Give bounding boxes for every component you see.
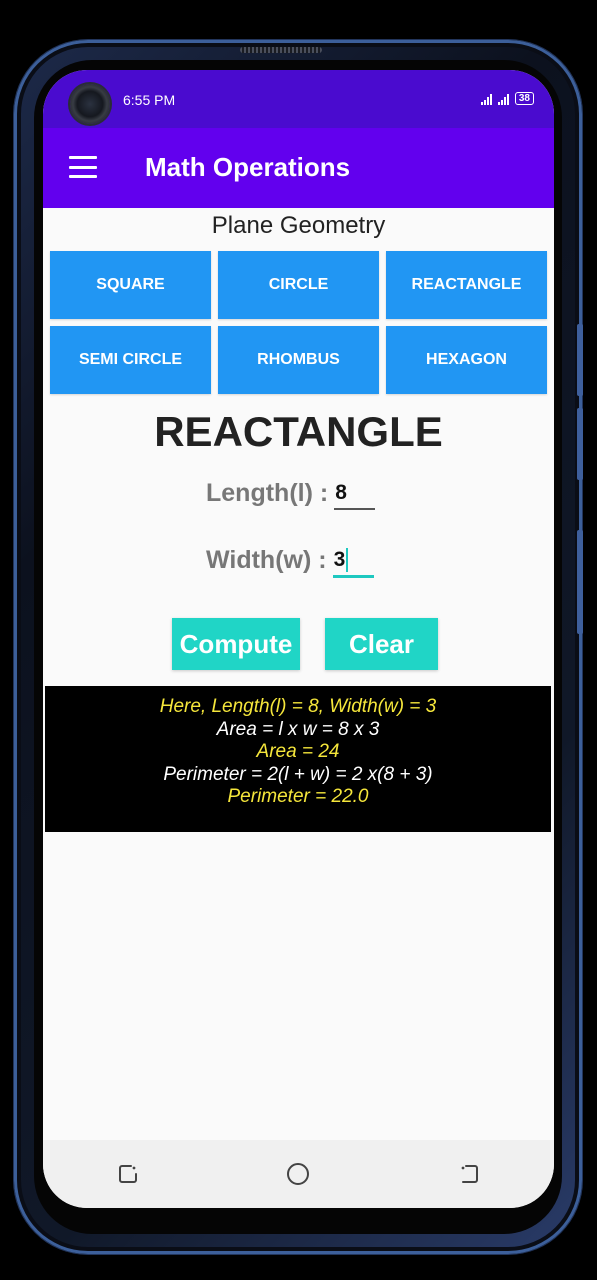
screen: 6:55 PM 38 Math Operations Plane Geometr… <box>43 70 554 1208</box>
battery-icon: 38 <box>514 92 534 105</box>
hamburger-menu-icon[interactable] <box>69 156 97 178</box>
speaker-grille <box>240 47 322 53</box>
result-line-given: Here, Length(l) = 8, Width(w) = 3 <box>159 696 437 717</box>
back-icon[interactable] <box>454 1159 484 1189</box>
status-time: 6:55 PM <box>123 92 176 108</box>
hexagon-button[interactable]: HEXAGON <box>386 326 547 394</box>
home-icon[interactable] <box>283 1159 313 1189</box>
app-bar: Math Operations <box>43 128 554 208</box>
semi-circle-button[interactable]: SEMI CIRCLE <box>50 326 211 394</box>
signal-icon <box>497 93 509 105</box>
section-title: Plane Geometry <box>211 212 386 239</box>
rhombus-button[interactable]: RHOMBUS <box>218 326 379 394</box>
recents-icon[interactable] <box>113 1159 143 1189</box>
text-cursor <box>346 548 349 572</box>
length-label: Length(l) : <box>206 479 329 507</box>
clear-button[interactable]: Clear <box>325 618 438 670</box>
result-line-perimeter-formula: Perimeter = 2(l + w) = 2 x(8 + 3) <box>163 763 433 785</box>
main-content: Plane Geometry SQUARE CIRCLE REACTANGLE … <box>43 208 554 1140</box>
volume-up-button <box>577 324 583 396</box>
status-icons: 38 <box>480 92 534 105</box>
result-line-area-formula: Area = l x w = 8 x 3 <box>216 718 380 740</box>
result-line-perimeter: Perimeter = 22.0 <box>227 786 369 807</box>
width-value: 3 <box>333 548 346 571</box>
circle-button[interactable]: CIRCLE <box>218 251 379 319</box>
length-value: 8 <box>335 481 347 504</box>
result-line-area: Area = 24 <box>256 741 340 762</box>
result-panel: Here, Length(l) = 8, Width(w) = 3 Area =… <box>45 686 551 832</box>
width-input[interactable]: 3 <box>332 545 374 578</box>
signal-icon <box>480 93 492 105</box>
power-button <box>577 530 583 634</box>
length-input[interactable]: 8 <box>334 478 376 510</box>
selected-shape-title: REACTANGLE <box>154 408 443 455</box>
system-nav-bar <box>43 1140 554 1208</box>
compute-button[interactable]: Compute <box>172 618 300 670</box>
shape-button-grid: SQUARE CIRCLE REACTANGLE SEMI CIRCLE RHO… <box>50 251 547 394</box>
status-bar: 6:55 PM 38 <box>43 70 554 128</box>
front-camera <box>70 84 110 124</box>
width-field-row: Width(w) : 3 <box>206 546 374 579</box>
volume-down-button <box>577 408 583 480</box>
app-title: Math Operations <box>145 152 351 182</box>
square-button[interactable]: SQUARE <box>50 251 211 319</box>
length-field-row: Length(l) : 8 <box>206 478 376 511</box>
width-label: Width(w) : <box>206 546 327 574</box>
rectangle-button[interactable]: REACTANGLE <box>386 251 547 319</box>
